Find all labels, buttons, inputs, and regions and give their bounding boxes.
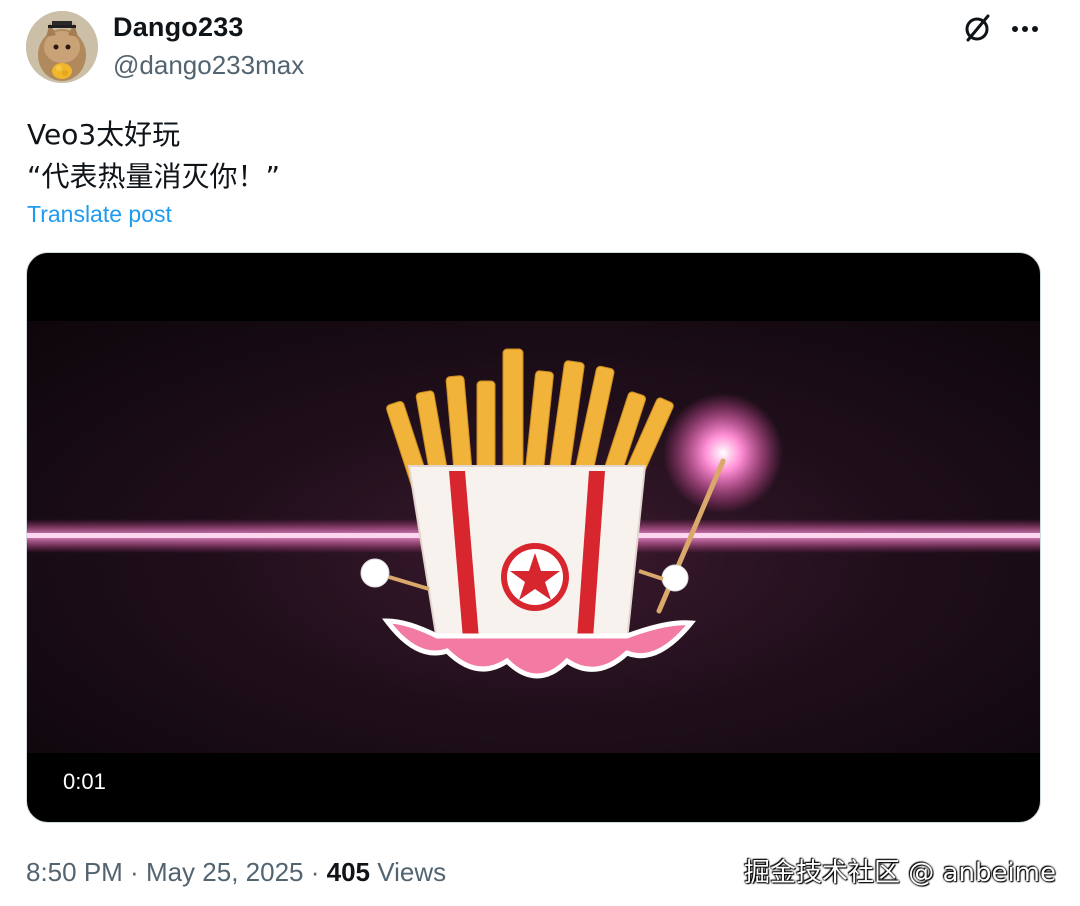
video-player[interactable]: 0:01 [26,252,1041,823]
more-options-icon[interactable] [1008,14,1042,44]
meta-separator: · [122,857,146,887]
user-handle[interactable]: @dango233max [113,50,304,81]
cat-avatar-icon [26,11,98,83]
post-text-line-1: Veo3太好玩 [27,118,181,151]
display-name[interactable]: Dango233 [113,12,244,43]
translate-post-link[interactable]: Translate post [27,201,172,228]
post-text-line-2: “代表热量消灭你！” [27,160,281,193]
avatar[interactable] [26,11,98,83]
views-label: Views [370,857,447,887]
meta-separator: · [303,857,327,887]
views-count: 405 [326,857,370,887]
video-frame [27,321,1040,753]
post-view: Dango233 @dango233max Veo3太好玩 “代表热量消灭你！”… [0,0,1080,906]
post-meta: 8:50 PM · May 25, 2025 · 405 Views [26,857,446,888]
post-time[interactable]: 8:50 PM [26,857,123,887]
watermark: 掘金技术社区 @ anbeime [744,858,1056,888]
post-date[interactable]: May 25, 2025 [146,857,304,887]
grok-icon[interactable] [960,12,994,46]
video-timestamp: 0:01 [63,769,106,794]
